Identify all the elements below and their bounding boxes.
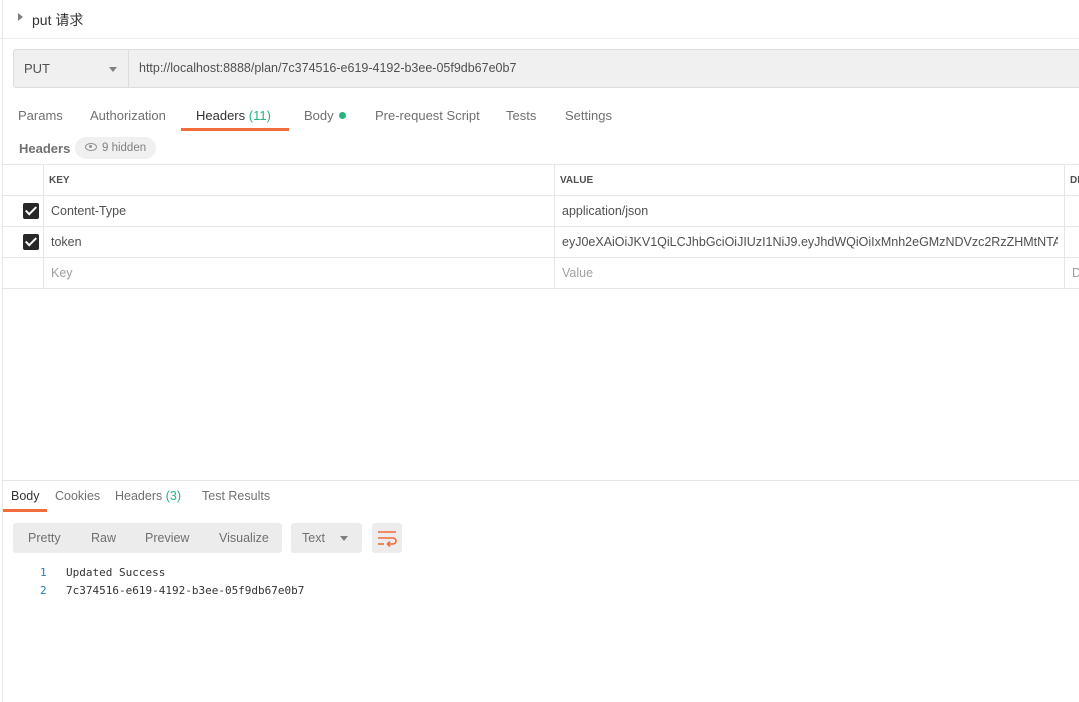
response-tab-cookies[interactable]: Cookies xyxy=(55,489,100,503)
column-header-value: VALUE xyxy=(560,175,594,186)
column-divider xyxy=(1064,165,1065,289)
eye-icon xyxy=(85,143,97,151)
tab-tests[interactable]: Tests xyxy=(506,108,536,123)
tab-params-label: Params xyxy=(18,108,63,123)
tab-headers-label: Headers xyxy=(196,108,246,123)
new-value-input[interactable]: Value xyxy=(562,266,593,280)
chevron-down-icon xyxy=(109,67,117,72)
method-label: PUT xyxy=(24,61,50,76)
tab-authorization[interactable]: Authorization xyxy=(90,108,166,123)
hidden-headers-label: 9 hidden xyxy=(102,142,147,154)
table-divider xyxy=(3,257,1079,258)
request-title-row[interactable]: put 请求 xyxy=(0,0,1079,39)
wrap-lines-icon xyxy=(378,531,397,548)
response-tab-cookies-label: Cookies xyxy=(55,489,101,503)
row-checkbox[interactable] xyxy=(23,234,39,250)
response-tab-body-label: Body xyxy=(11,489,40,503)
hidden-headers-toggle[interactable]: 9 hidden xyxy=(75,137,157,159)
format-visualize-button[interactable]: Visualize xyxy=(219,531,269,545)
column-divider xyxy=(43,165,44,289)
headers-section-title: Headers xyxy=(19,141,71,156)
new-description-input[interactable]: D xyxy=(1072,266,1079,280)
table-divider xyxy=(3,226,1079,227)
tab-body[interactable]: Body xyxy=(304,108,346,123)
column-divider xyxy=(554,165,555,289)
new-key-input[interactable]: Key xyxy=(51,266,73,280)
response-tab-test-results-label: Test Results xyxy=(202,489,271,503)
url-bar: PUT http://localhost:8888/plan/7c374516-… xyxy=(13,49,1079,88)
tab-headers-count: (11) xyxy=(248,108,271,123)
response-active-underline xyxy=(3,509,47,512)
response-tab-body[interactable]: Body xyxy=(11,489,40,503)
header-value-cell[interactable]: application/json xyxy=(562,204,1058,218)
format-toggle-group: Pretty Raw Preview Visualize xyxy=(13,523,282,553)
format-preview-button[interactable]: Preview xyxy=(145,531,189,545)
line-number: 2 xyxy=(40,584,47,597)
tab-settings[interactable]: Settings xyxy=(565,108,612,123)
header-value-cell[interactable]: eyJ0eXAiOiJKV1QiLCJhbGciOiJIUzI1NiJ9.eyJ… xyxy=(562,235,1058,249)
request-title: put 请求 xyxy=(32,12,84,28)
response-line: 7c374516-e619-4192-b3ee-05f9db67e0b7 xyxy=(66,584,305,597)
column-header-description: DE xyxy=(1070,175,1079,186)
response-tab-headers-count: (3) xyxy=(165,489,182,503)
tab-pre-request-label: Pre-request Script xyxy=(375,108,480,123)
left-border xyxy=(2,0,3,702)
column-header-key: KEY xyxy=(49,175,70,186)
tab-body-label: Body xyxy=(304,108,334,123)
table-divider xyxy=(3,288,1079,289)
header-key-cell[interactable]: token xyxy=(51,235,546,249)
method-select[interactable]: PUT xyxy=(14,50,129,87)
caret-right-icon[interactable] xyxy=(18,13,23,21)
tab-settings-label: Settings xyxy=(565,108,612,123)
headers-table: KEY VALUE DE Content-Type application/js… xyxy=(3,164,1079,290)
table-divider xyxy=(3,195,1079,196)
header-key-cell[interactable]: Content-Type xyxy=(51,204,546,218)
body-indicator-dot xyxy=(338,112,346,119)
tab-headers[interactable]: Headers (11) xyxy=(196,108,271,123)
format-pretty-button[interactable]: Pretty xyxy=(28,531,61,545)
response-line: Updated Success xyxy=(66,566,166,579)
response-tab-headers[interactable]: Headers (3) xyxy=(115,489,181,503)
language-select[interactable]: Text xyxy=(291,523,362,553)
tab-authorization-label: Authorization xyxy=(90,108,166,123)
row-checkbox[interactable] xyxy=(23,203,39,219)
wrap-lines-button[interactable] xyxy=(372,523,402,553)
tab-pre-request-script[interactable]: Pre-request Script xyxy=(375,108,480,123)
url-input[interactable]: http://localhost:8888/plan/7c374516-e619… xyxy=(139,61,516,75)
chevron-down-icon xyxy=(340,536,348,541)
active-tab-underline xyxy=(181,128,289,131)
response-tab-test-results[interactable]: Test Results xyxy=(202,489,270,503)
line-number: 1 xyxy=(40,566,47,579)
response-tab-headers-label: Headers xyxy=(115,489,163,503)
response-divider xyxy=(3,480,1079,481)
tab-tests-label: Tests xyxy=(506,108,537,123)
language-select-label: Text xyxy=(302,531,325,545)
tab-params[interactable]: Params xyxy=(18,108,63,123)
format-raw-button[interactable]: Raw xyxy=(91,531,116,545)
